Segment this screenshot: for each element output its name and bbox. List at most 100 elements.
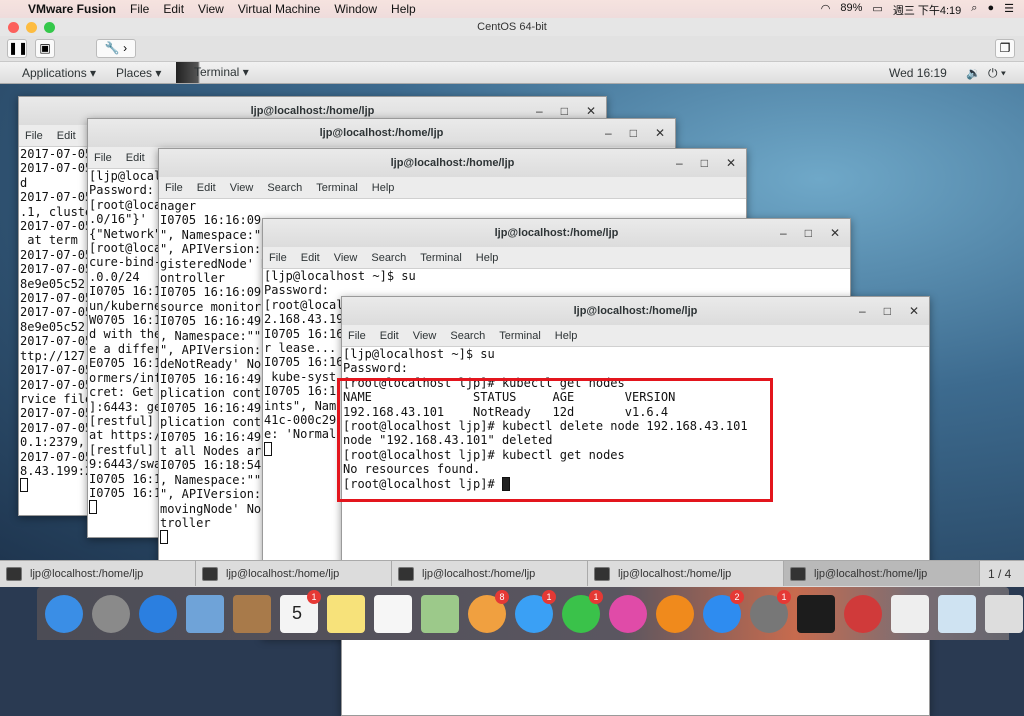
siri-icon[interactable]: ● — [987, 2, 994, 18]
menu-help[interactable]: Help — [372, 182, 395, 194]
app-menu[interactable]: VMware Fusion — [28, 2, 116, 16]
close-window-button[interactable] — [8, 22, 19, 33]
minimize-button[interactable]: – — [859, 304, 866, 318]
window-titlebar[interactable]: ljp@localhost:/home/ljp – □ ✕ — [342, 297, 929, 325]
menu-edit[interactable]: Edit — [126, 152, 145, 164]
menu-file[interactable]: File — [348, 330, 366, 342]
dock-launchpad-icon[interactable] — [92, 594, 130, 633]
menu-view[interactable]: View — [230, 182, 254, 194]
battery-percent[interactable]: 89% — [840, 2, 862, 18]
menu-edit[interactable]: Edit — [163, 2, 184, 16]
unity-view-button[interactable]: ❐ — [995, 39, 1015, 58]
taskbar-item[interactable]: ljp@localhost:/home/ljp — [588, 561, 784, 586]
window-titlebar[interactable]: ljp@localhost:/home/ljp – □ ✕ — [159, 149, 746, 177]
menu-help[interactable]: Help — [555, 330, 578, 342]
close-button[interactable]: ✕ — [655, 126, 665, 140]
menu-file[interactable]: File — [94, 152, 112, 164]
menu-help[interactable]: Help — [476, 252, 499, 264]
dock-system-preferences-icon[interactable]: 1 — [750, 589, 791, 633]
menu-file[interactable]: File — [269, 252, 287, 264]
menu-virtual-machine[interactable]: Virtual Machine — [238, 2, 321, 16]
volume-icon[interactable]: 🔉 — [966, 66, 981, 80]
menu-edit[interactable]: Edit — [57, 130, 76, 142]
dock-terminal-icon[interactable] — [797, 594, 835, 633]
maximize-button[interactable]: □ — [630, 126, 637, 140]
terminal-line-text: I0705 16:16:49 — [160, 429, 262, 444]
maximize-button[interactable]: □ — [701, 156, 708, 170]
menubar-clock[interactable]: 週三 下午4:19 — [893, 2, 961, 18]
window-titlebar[interactable]: ljp@localhost:/home/ljp – □ ✕ — [263, 219, 850, 247]
terminal-line-text: at https:/ — [89, 428, 162, 443]
menu-search[interactable]: Search — [450, 330, 485, 342]
dock-messages-icon[interactable]: 1 — [515, 589, 556, 633]
close-button[interactable]: ✕ — [830, 226, 840, 240]
minimize-button[interactable]: – — [780, 226, 787, 240]
workspace-pager[interactable]: 1 / 4 — [980, 561, 1019, 587]
dock-safari-icon[interactable] — [139, 594, 177, 633]
menu-terminal[interactable]: Terminal — [420, 252, 462, 264]
minimize-button[interactable]: – — [676, 156, 683, 170]
pause-button[interactable]: ❚❚ — [7, 39, 28, 58]
menu-search[interactable]: Search — [371, 252, 406, 264]
menu-window[interactable]: Window — [334, 2, 377, 16]
dock-maps-icon[interactable] — [421, 594, 459, 633]
snapshot-button[interactable]: ▣ — [35, 39, 55, 58]
menu-edit[interactable]: Edit — [301, 252, 320, 264]
taskbar-item[interactable]: ljp@localhost:/home/ljp — [196, 561, 392, 586]
close-button[interactable]: ✕ — [586, 104, 596, 118]
dock-contacts-icon[interactable] — [233, 594, 271, 633]
applications-menu[interactable]: Applications ▾ — [8, 66, 96, 80]
taskbar-item[interactable]: ljp@localhost:/home/ljp — [392, 561, 588, 586]
places-menu[interactable]: Places ▾ — [116, 66, 161, 80]
taskbar-item[interactable]: ljp@localhost:/home/ljp — [0, 561, 196, 586]
menu-view[interactable]: View — [413, 330, 437, 342]
menu-edit[interactable]: Edit — [380, 330, 399, 342]
power-icon[interactable]: ⏻ ▾ — [988, 66, 1006, 81]
dock-ibooks-icon[interactable] — [656, 594, 694, 633]
menu-view[interactable]: View — [198, 2, 224, 16]
menu-file[interactable]: File — [130, 2, 149, 16]
dock-photos-icon[interactable]: 8 — [468, 589, 509, 633]
gnome-clock[interactable]: Wed 16:19 — [889, 66, 947, 80]
close-button[interactable]: ✕ — [909, 304, 919, 318]
window-titlebar[interactable]: ljp@localhost:/home/ljp – □ ✕ — [88, 119, 675, 147]
terminal-app-menu[interactable]: Terminal ▾ — [176, 62, 249, 83]
menu-file[interactable]: File — [25, 130, 43, 142]
terminal-line-text: I0705 16:1 — [264, 384, 337, 399]
dock-app-store-icon[interactable]: 2 — [703, 589, 744, 633]
notification-center-icon[interactable]: ☰ — [1004, 2, 1014, 18]
menu-view[interactable]: View — [334, 252, 358, 264]
dock-reminders-icon[interactable] — [374, 594, 412, 633]
dock-itunes-icon[interactable] — [609, 594, 647, 633]
terminal-window[interactable]: ljp@localhost:/home/ljp – □ ✕ File Edit View Se… — [341, 296, 930, 716]
menu-terminal[interactable]: Terminal — [316, 182, 358, 194]
menu-terminal[interactable]: Terminal — [499, 330, 541, 342]
settings-wrench-button[interactable]: 🔧 › — [96, 39, 136, 58]
dock-downloads-icon[interactable] — [938, 594, 976, 633]
minimize-window-button[interactable] — [26, 22, 37, 33]
dock-mail-icon[interactable] — [186, 594, 224, 633]
maximize-button[interactable]: □ — [561, 104, 568, 118]
dock-notes-icon[interactable] — [327, 594, 365, 633]
battery-icon[interactable]: ▭ — [872, 2, 882, 18]
minimize-button[interactable]: – — [605, 126, 612, 140]
menu-file[interactable]: File — [165, 182, 183, 194]
dock-trash-icon[interactable] — [985, 594, 1023, 633]
menu-search[interactable]: Search — [267, 182, 302, 194]
taskbar-item[interactable]: ljp@localhost:/home/ljp — [784, 561, 980, 586]
dock-textedit-icon[interactable] — [891, 594, 929, 633]
terminal-line-text: , Namespace:"" — [160, 328, 262, 343]
dock-calendar-icon[interactable]: 51 — [280, 589, 321, 633]
zoom-window-button[interactable] — [44, 22, 55, 33]
close-button[interactable]: ✕ — [726, 156, 736, 170]
dock-vmware-fusion-icon[interactable] — [844, 594, 882, 633]
minimize-button[interactable]: – — [536, 104, 543, 118]
menu-edit[interactable]: Edit — [197, 182, 216, 194]
menu-help[interactable]: Help — [391, 2, 416, 16]
spotlight-icon[interactable]: ⌕ — [971, 2, 977, 18]
dock-facetime-icon[interactable]: 1 — [562, 589, 603, 633]
dock-finder-icon[interactable] — [45, 594, 83, 633]
maximize-button[interactable]: □ — [805, 226, 812, 240]
maximize-button[interactable]: □ — [884, 304, 891, 318]
wifi-icon[interactable]: ◠ — [821, 2, 831, 18]
